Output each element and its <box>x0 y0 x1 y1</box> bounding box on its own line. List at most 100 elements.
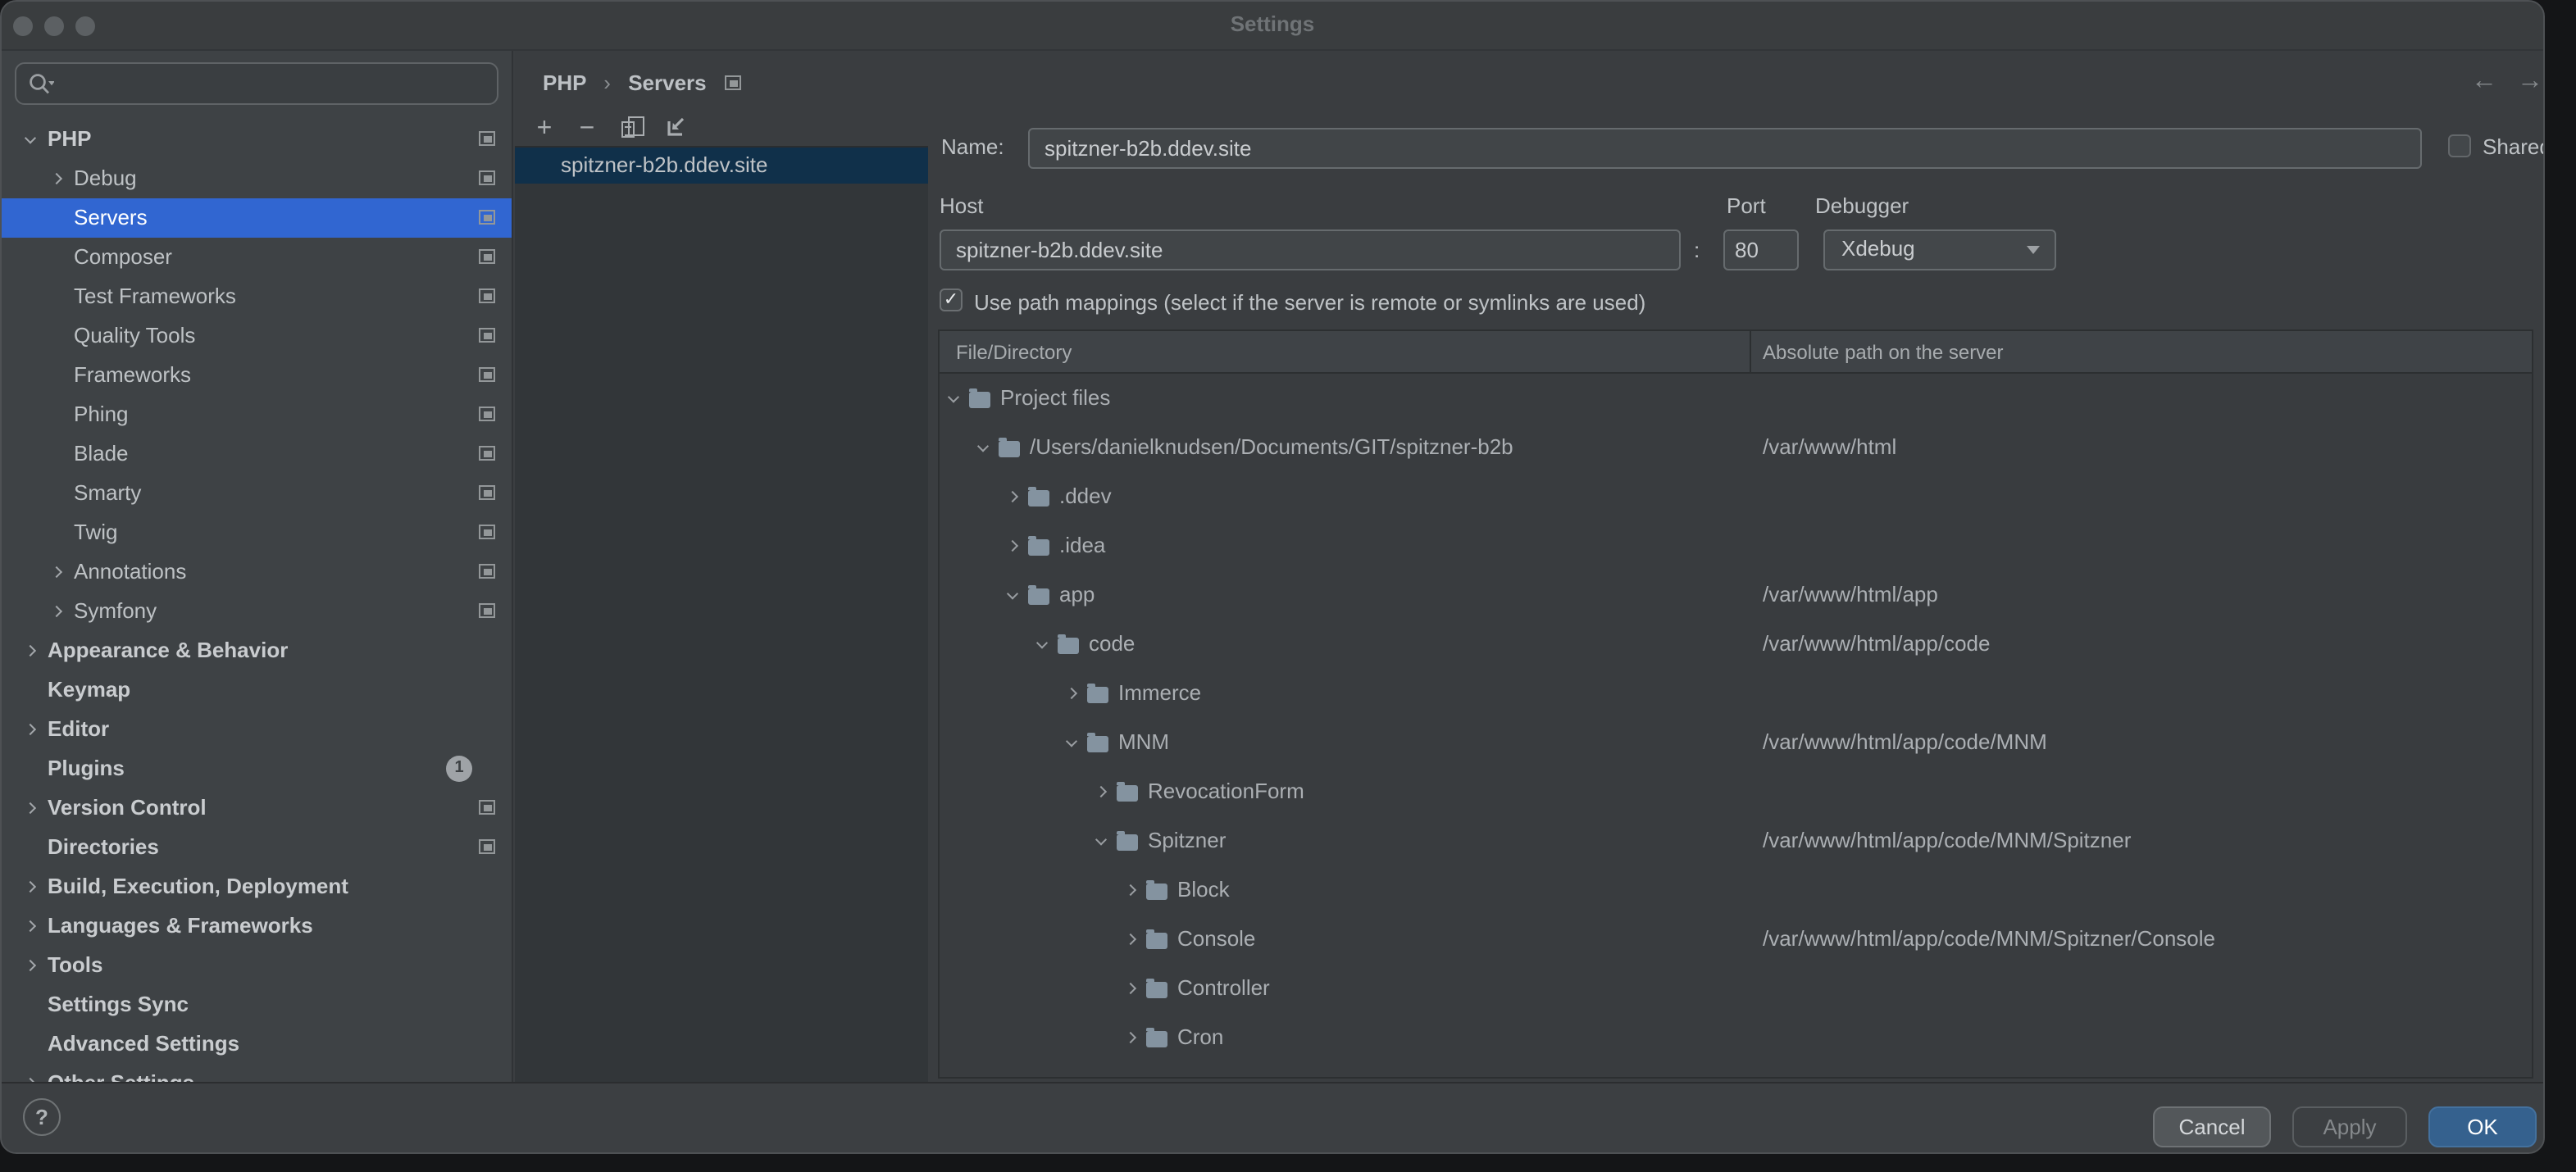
sidebar-item-other-settings[interactable]: Other Settings <box>2 1064 512 1082</box>
shared-checkbox[interactable] <box>2448 134 2471 157</box>
host-label: Host <box>940 193 983 218</box>
sidebar-item-directories[interactable]: Directories <box>2 828 512 867</box>
absolute-path-value[interactable]: /var/www/html/app/code/MNM/Spitzner <box>1763 828 2131 852</box>
server-list-item[interactable]: spitzner-b2b.ddev.site <box>515 148 928 184</box>
folder-icon <box>1146 933 1167 949</box>
chevron-right-icon[interactable] <box>1007 540 1018 552</box>
tree-row-idea[interactable]: .idea <box>940 521 2532 570</box>
chevron-right-icon[interactable] <box>1125 884 1136 896</box>
chevron-down-icon[interactable] <box>1066 735 1077 747</box>
tree-row-cron[interactable]: Cron <box>940 1013 2532 1062</box>
chevron-right-icon[interactable] <box>1125 983 1136 994</box>
sidebar-item-appearance-behavior[interactable]: Appearance & Behavior <box>2 631 512 670</box>
sidebar-item-quality-tools[interactable]: Quality Tools <box>2 316 512 356</box>
tree-row-project-files[interactable]: Project files <box>940 374 2532 423</box>
sidebar-item-smarty[interactable]: Smarty <box>2 474 512 513</box>
tree-row-app[interactable]: app/var/www/html/app <box>940 570 2532 620</box>
sidebar-item-label: Debug <box>74 166 137 190</box>
sidebar-item-twig[interactable]: Twig <box>2 513 512 552</box>
tree-row-spitzner[interactable]: Spitzner/var/www/html/app/code/MNM/Spitz… <box>940 816 2532 865</box>
debugger-select[interactable]: Xdebug <box>1823 229 2056 270</box>
sidebar-item-tools[interactable]: Tools <box>2 946 512 985</box>
dialog-footer: ? Cancel Apply OK <box>2 1082 2543 1152</box>
use-path-mappings-label: Use path mappings (select if the server … <box>974 290 1645 315</box>
sidebar-item-frameworks[interactable]: Frameworks <box>2 356 512 395</box>
import-server-button[interactable] <box>659 113 692 146</box>
sidebar-item-settings-sync[interactable]: Settings Sync <box>2 985 512 1024</box>
absolute-path-value[interactable]: /var/www/html <box>1763 434 1896 459</box>
sidebar-item-version-control[interactable]: Version Control <box>2 788 512 828</box>
tree-row-console[interactable]: Console/var/www/html/app/code/MNM/Spitzn… <box>940 915 2532 964</box>
remove-server-button[interactable]: − <box>571 113 603 146</box>
back-arrow-icon[interactable]: ← <box>2471 67 2497 97</box>
breadcrumb-php[interactable]: PHP <box>543 70 586 95</box>
absolute-path-value[interactable]: /var/www/html/app <box>1763 582 1938 606</box>
chevron-right-icon[interactable] <box>1066 688 1077 699</box>
sidebar-item-debug[interactable]: Debug <box>2 159 512 198</box>
tree-row-controller[interactable]: Controller <box>940 964 2532 1013</box>
tree-row-label: .idea <box>1059 533 1105 557</box>
tree-row-revocationform[interactable]: RevocationForm <box>940 767 2532 816</box>
sidebar-item-languages-frameworks[interactable]: Languages & Frameworks <box>2 906 512 946</box>
sidebar-item-composer[interactable]: Composer <box>2 238 512 277</box>
tree-row-helper[interactable]: Helper <box>940 1062 2532 1079</box>
tree-row-code[interactable]: code/var/www/html/app/code <box>940 620 2532 669</box>
chevron-right-icon[interactable] <box>25 920 36 932</box>
ok-button[interactable]: OK <box>2428 1106 2537 1147</box>
sidebar-item-php[interactable]: PHP <box>2 120 512 159</box>
chevron-right-icon[interactable] <box>51 173 62 184</box>
sidebar-item-advanced-settings[interactable]: Advanced Settings <box>2 1024 512 1064</box>
apply-button[interactable]: Apply <box>2292 1106 2407 1147</box>
chevron-right-icon[interactable] <box>51 566 62 578</box>
copy-server-button[interactable] <box>613 113 646 146</box>
chevron-down-icon[interactable] <box>977 440 989 452</box>
tree-row-label: RevocationForm <box>1148 779 1304 803</box>
sidebar-item-build-execution-deployment[interactable]: Build, Execution, Deployment <box>2 867 512 906</box>
chevron-right-icon[interactable] <box>25 802 36 814</box>
chevron-right-icon[interactable] <box>1125 934 1136 945</box>
chevron-down-icon[interactable] <box>948 391 959 402</box>
tree-row-ddev[interactable]: .ddev <box>940 472 2532 521</box>
chevron-right-icon[interactable] <box>25 881 36 893</box>
tree-row-mnm[interactable]: MNM/var/www/html/app/code/MNM <box>940 718 2532 767</box>
add-server-button[interactable]: + <box>528 113 561 146</box>
sidebar-item-servers[interactable]: Servers <box>2 198 512 238</box>
settings-sidebar: PHP Debug ServersComposerTest FrameworksQu… <box>2 51 513 1082</box>
sidebar-item-phing[interactable]: Phing <box>2 395 512 434</box>
chevron-right-icon[interactable] <box>25 960 36 971</box>
chevron-down-icon[interactable] <box>1036 637 1048 648</box>
cancel-button[interactable]: Cancel <box>2153 1106 2271 1147</box>
port-input[interactable] <box>1723 229 1799 270</box>
sidebar-item-symfony[interactable]: Symfony <box>2 592 512 631</box>
use-path-mappings-checkbox[interactable]: ✓ <box>940 288 963 311</box>
chevron-right-icon[interactable] <box>25 645 36 656</box>
search-input[interactable] <box>15 62 498 105</box>
chevron-right-icon[interactable] <box>1095 786 1107 797</box>
absolute-path-value[interactable]: /var/www/html/app/code/MNM <box>1763 729 2047 754</box>
tree-row-block[interactable]: Block <box>940 865 2532 915</box>
sidebar-item-label: Keymap <box>48 677 130 702</box>
host-input[interactable] <box>940 229 1681 270</box>
sidebar-item-blade[interactable]: Blade <box>2 434 512 474</box>
column-divider[interactable] <box>1750 331 1751 372</box>
help-button[interactable]: ? <box>23 1098 61 1136</box>
absolute-path-value[interactable]: /var/www/html/app/code <box>1763 631 1990 656</box>
chevron-right-icon[interactable] <box>1125 1032 1136 1043</box>
sidebar-item-keymap[interactable]: Keymap <box>2 670 512 710</box>
sidebar-item-annotations[interactable]: Annotations <box>2 552 512 592</box>
chevron-down-icon[interactable] <box>1007 588 1018 599</box>
sidebar-item-editor[interactable]: Editor <box>2 710 512 749</box>
absolute-path-value[interactable]: /var/www/html/app/code/MNM/Spitzner/Cons… <box>1763 926 2215 951</box>
chevron-right-icon[interactable] <box>25 724 36 735</box>
tree-row-users-danielknudsen-documents-git-spitzner-b2b[interactable]: /Users/danielknudsen/Documents/GIT/spitz… <box>940 423 2532 472</box>
name-input[interactable] <box>1028 128 2422 169</box>
chevron-down-icon[interactable] <box>25 132 36 143</box>
forward-arrow-icon[interactable]: → <box>2517 67 2543 97</box>
monitor-icon <box>479 485 495 500</box>
sidebar-item-test-frameworks[interactable]: Test Frameworks <box>2 277 512 316</box>
chevron-down-icon[interactable] <box>1095 834 1107 845</box>
tree-row-immerce[interactable]: Immerce <box>940 669 2532 718</box>
chevron-right-icon[interactable] <box>1007 491 1018 502</box>
chevron-right-icon[interactable] <box>51 606 62 617</box>
sidebar-item-plugins[interactable]: Plugins1 <box>2 749 512 788</box>
